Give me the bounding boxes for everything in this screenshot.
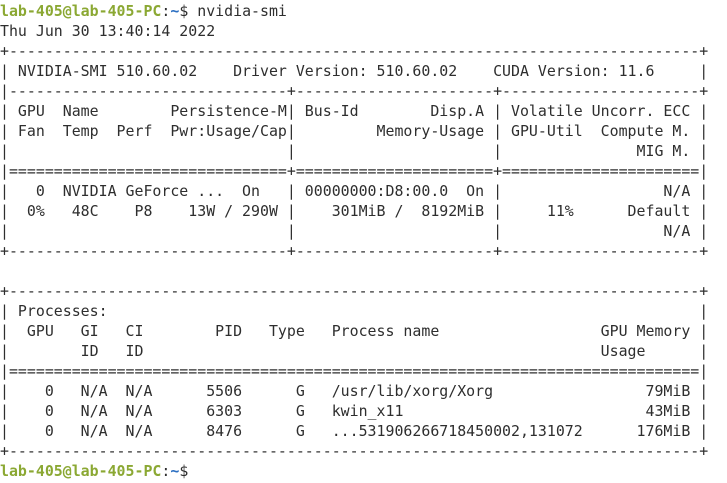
output-separator: |-------------------------------+-------… xyxy=(0,82,709,100)
prompt-path: ~ xyxy=(170,462,180,480)
process-row-xorg: | 0 N/A N/A 5506 G /usr/lib/xorg/Xorg 79… xyxy=(0,382,709,400)
prompt-symbol: $ xyxy=(179,2,189,20)
prompt-path: ~ xyxy=(170,2,180,20)
output-gpu-header-3: | | | MIG M. | xyxy=(0,142,709,160)
output-processes-title: | Processes: | xyxy=(0,302,709,320)
output-gpu-bottom-border: +-------------------------------+-------… xyxy=(0,242,709,260)
output-blank-line xyxy=(0,261,727,281)
prompt-colon: : xyxy=(161,2,171,20)
output-processes-header-rule: |=======================================… xyxy=(0,362,709,380)
prompt-colon: : xyxy=(161,462,171,480)
prompt-symbol: $ xyxy=(179,462,189,480)
output-gpu-header-rule: |===============================+=======… xyxy=(0,162,709,180)
output-timestamp: Thu Jun 30 13:40:14 2022 xyxy=(0,22,216,40)
process-row-chrome: | 0 N/A N/A 8476 G ...531906266718450002… xyxy=(0,422,709,440)
prompt-user-host: lab-405@lab-405-PC xyxy=(0,462,162,480)
command-text: nvidia-smi xyxy=(197,2,287,20)
output-processes-header-1: | GPU GI CI PID Type Process name GPU Me… xyxy=(0,322,709,340)
output-processes-header-2: | ID ID Usage | xyxy=(0,342,709,360)
output-processes-top-border: +---------------------------------------… xyxy=(0,282,709,300)
process-row-kwin: | 0 N/A N/A 6303 G kwin_x11 43MiB | xyxy=(0,402,709,420)
output-gpu-row-1: | 0 NVIDIA GeForce ... On | 00000000:D8:… xyxy=(0,182,709,200)
output-gpu-header-2: | Fan Temp Perf Pwr:Usage/Cap| Memory-Us… xyxy=(0,122,709,140)
output-version-row: | NVIDIA-SMI 510.60.02 Driver Version: 5… xyxy=(0,62,709,80)
output-gpu-row-3: | | | N/A | xyxy=(0,222,709,240)
output-gpu-header-1: | GPU Name Persistence-M| Bus-Id Disp.A … xyxy=(0,102,709,120)
terminal-window[interactable]: lab-405@lab-405-PC:~$ nvidia-smi Thu Jun… xyxy=(0,0,727,483)
output-gpu-row-2: | 0% 48C P8 13W / 290W | 301MiB / 8192Mi… xyxy=(0,202,709,220)
output-border: +---------------------------------------… xyxy=(0,42,709,60)
idle-prompt-line[interactable]: lab-405@lab-405-PC:~$ xyxy=(0,461,727,481)
prompt-user-host: lab-405@lab-405-PC xyxy=(0,2,162,20)
command-line: lab-405@lab-405-PC:~$ nvidia-smi xyxy=(0,1,727,21)
output-processes-bottom-border: +---------------------------------------… xyxy=(0,442,709,460)
